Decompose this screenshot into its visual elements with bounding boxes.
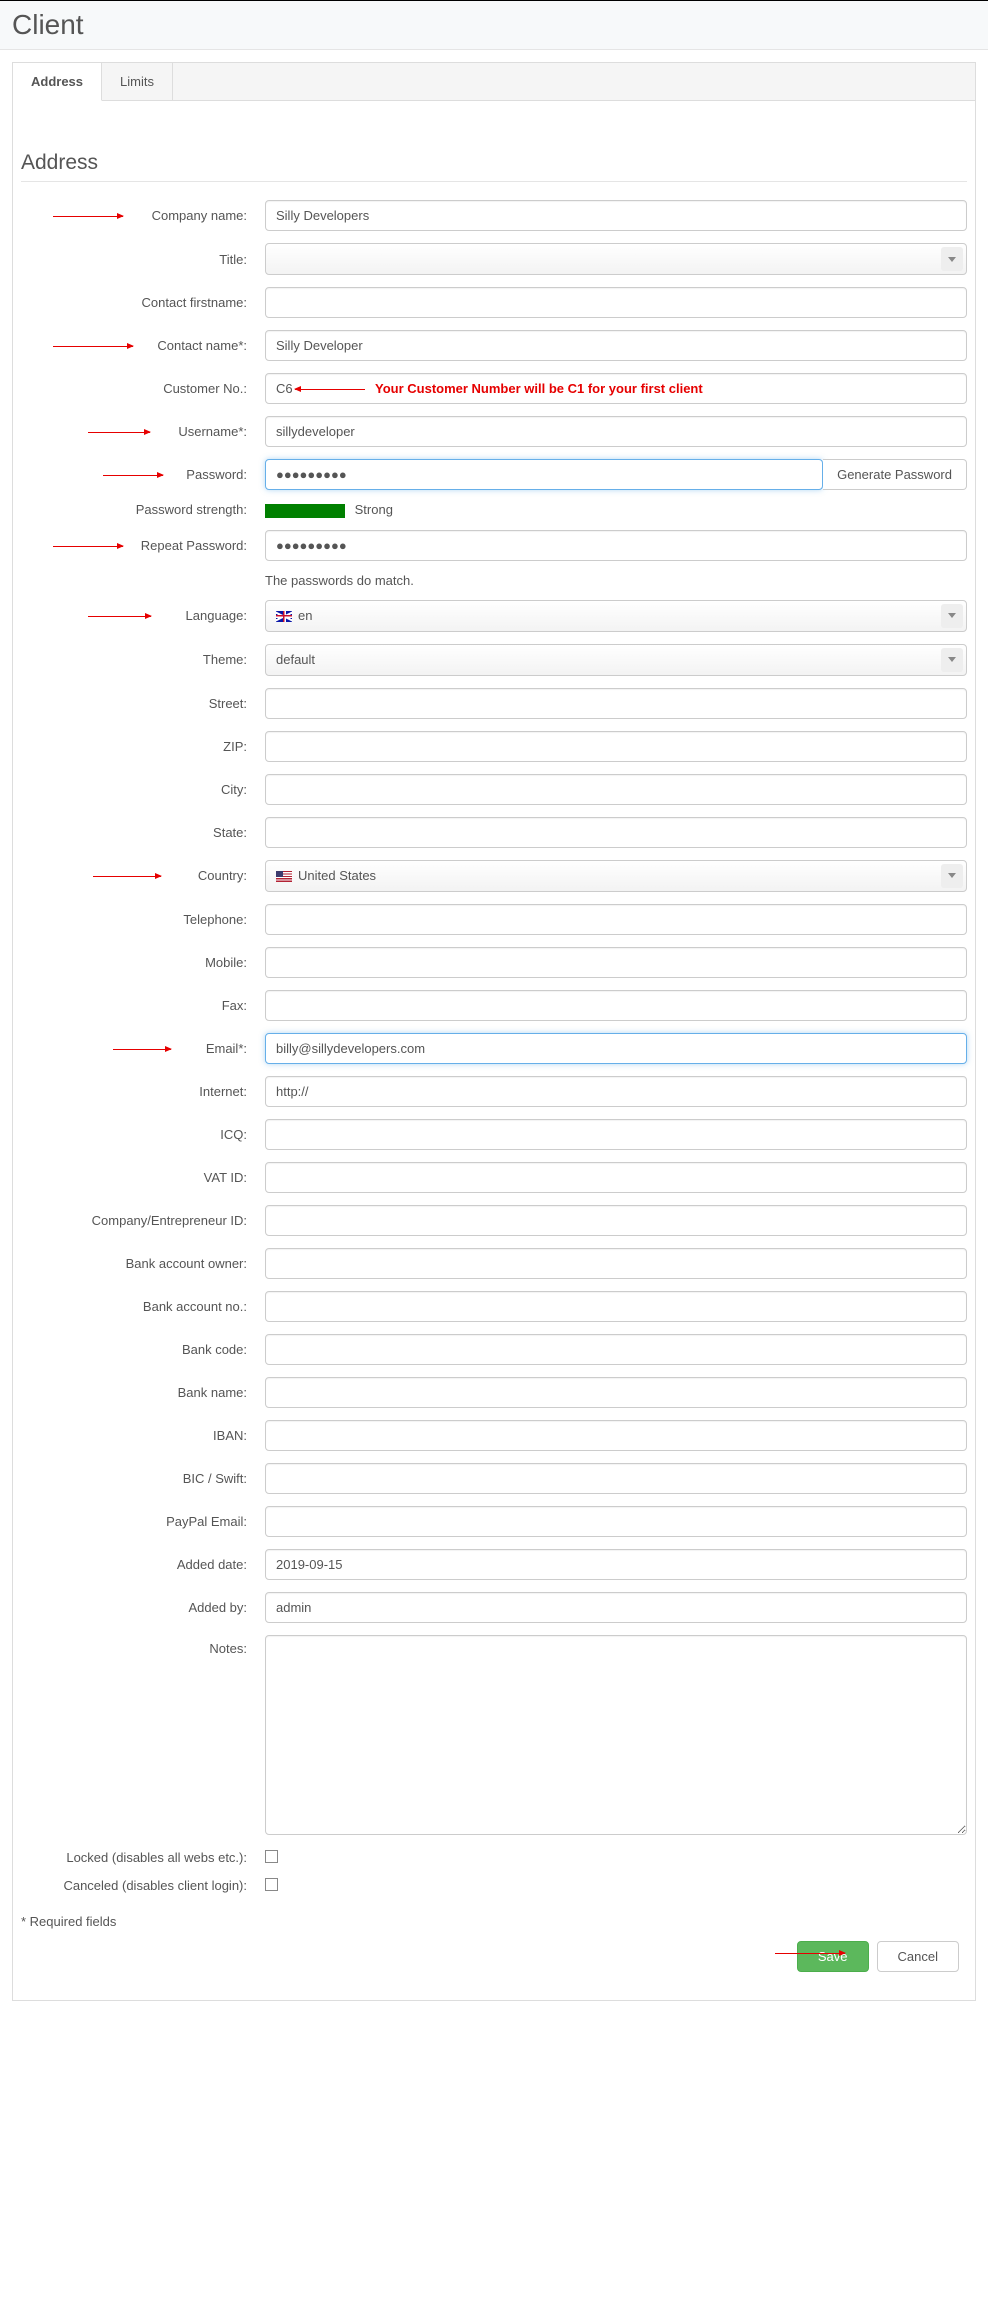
chevron-down-icon [941,864,963,888]
state-input[interactable] [265,817,967,848]
paypal-email-input[interactable] [265,1506,967,1537]
tabs: Address Limits [12,62,976,101]
annotation-arrow [295,389,365,390]
chevron-down-icon [941,648,963,672]
save-button[interactable]: Save [797,1941,869,1972]
username-input[interactable] [265,416,967,447]
chevron-down-icon [941,247,963,271]
language-select[interactable]: en [265,600,967,632]
label-added-date: Added date: [21,1557,265,1572]
zip-input[interactable] [265,731,967,762]
label-added-by: Added by: [21,1600,265,1615]
section-title-address: Address [21,121,967,182]
flag-uk-icon [276,611,292,622]
label-state: State: [21,825,265,840]
bank-code-input[interactable] [265,1334,967,1365]
label-contact-name: Contact name*: [21,338,265,353]
page-header: Client [0,0,988,50]
footer-buttons: Save Cancel [13,1937,975,1990]
label-canceled: Canceled (disables client login): [21,1878,265,1893]
tab-panel-address: Address Company name: Title: Contact fir… [12,101,976,2001]
email-input[interactable] [265,1033,967,1064]
label-email: Email*: [21,1041,265,1056]
theme-select[interactable]: default [265,644,967,676]
bank-account-no-input[interactable] [265,1291,967,1322]
mobile-input[interactable] [265,947,967,978]
added-by-input[interactable] [265,1592,967,1623]
bic-swift-input[interactable] [265,1463,967,1494]
label-language: Language: [21,608,265,623]
company-entrepreneur-id-input[interactable] [265,1205,967,1236]
label-password-strength: Password strength: [21,502,265,517]
repeat-password-input[interactable] [265,530,967,561]
tab-limits[interactable]: Limits [102,63,173,100]
label-bank-account-no: Bank account no.: [21,1299,265,1314]
locked-checkbox[interactable] [265,1850,278,1863]
label-telephone: Telephone: [21,912,265,927]
contact-firstname-input[interactable] [265,287,967,318]
country-select[interactable]: United States [265,860,967,892]
label-zip: ZIP: [21,739,265,754]
required-fields-note: * Required fields [13,1906,975,1937]
generate-password-button[interactable]: Generate Password [823,459,967,490]
internet-input[interactable] [265,1076,967,1107]
title-select[interactable] [265,243,967,275]
password-input[interactable] [265,459,823,490]
contact-name-input[interactable] [265,330,967,361]
label-customer-no: Customer No.: [21,381,265,396]
bank-account-owner-input[interactable] [265,1248,967,1279]
password-strength-bar [265,504,345,518]
password-match-text: The passwords do match. [265,573,414,588]
label-internet: Internet: [21,1084,265,1099]
cancel-button[interactable]: Cancel [877,1941,959,1972]
label-repeat-password: Repeat Password: [21,538,265,553]
company-name-input[interactable] [265,200,967,231]
telephone-input[interactable] [265,904,967,935]
customer-no-input[interactable] [265,373,967,404]
label-fax: Fax: [21,998,265,1013]
vat-id-input[interactable] [265,1162,967,1193]
label-contact-firstname: Contact firstname: [21,295,265,310]
label-bank-account-owner: Bank account owner: [21,1256,265,1271]
bank-name-input[interactable] [265,1377,967,1408]
label-locked: Locked (disables all webs etc.): [21,1850,265,1865]
label-iban: IBAN: [21,1428,265,1443]
page-title: Client [12,9,976,41]
label-vat-id: VAT ID: [21,1170,265,1185]
fax-input[interactable] [265,990,967,1021]
label-city: City: [21,782,265,797]
label-icq: ICQ: [21,1127,265,1142]
label-title: Title: [21,252,265,267]
label-company-name: Company name: [21,208,265,223]
label-mobile: Mobile: [21,955,265,970]
label-country: Country: [21,868,265,883]
label-username: Username*: [21,424,265,439]
label-bank-code: Bank code: [21,1342,265,1357]
city-input[interactable] [265,774,967,805]
added-date-input[interactable] [265,1549,967,1580]
label-theme: Theme: [21,652,265,667]
label-notes: Notes: [21,1635,265,1656]
password-strength-text: Strong [355,502,393,517]
street-input[interactable] [265,688,967,719]
label-bic-swift: BIC / Swift: [21,1471,265,1486]
icq-input[interactable] [265,1119,967,1150]
flag-us-icon [276,871,292,882]
label-street: Street: [21,696,265,711]
canceled-checkbox[interactable] [265,1878,278,1891]
chevron-down-icon [941,604,963,628]
label-company-entrepreneur-id: Company/Entrepreneur ID: [21,1213,265,1228]
tab-address[interactable]: Address [13,63,102,101]
label-password: Password: [21,467,265,482]
label-paypal-email: PayPal Email: [21,1514,265,1529]
annotation-arrow [775,1953,845,1954]
notes-textarea[interactable] [265,1635,967,1835]
iban-input[interactable] [265,1420,967,1451]
label-bank-name: Bank name: [21,1385,265,1400]
